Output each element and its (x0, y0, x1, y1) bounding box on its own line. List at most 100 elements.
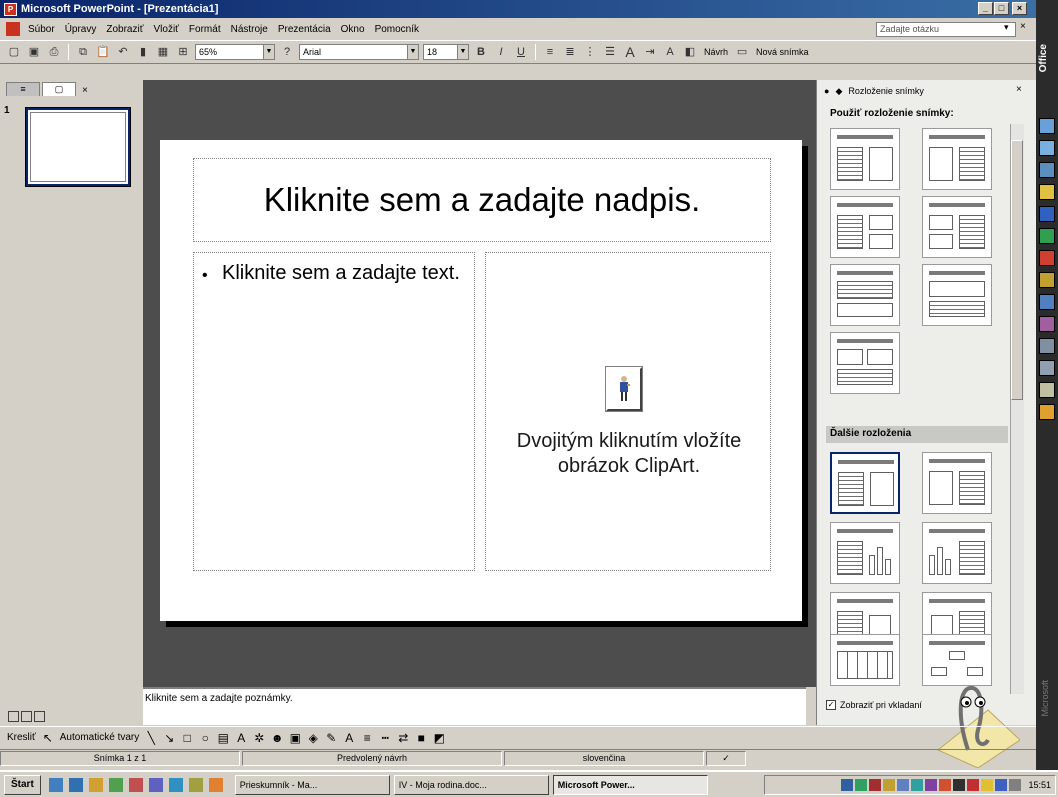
wordart-icon[interactable]: A (234, 731, 248, 745)
title-placeholder[interactable]: Kliknite sem a zadajte nadpis. (193, 158, 771, 242)
menu-file[interactable]: Súbor (28, 24, 55, 35)
font-color-draw-icon[interactable]: A (342, 731, 356, 745)
tray-icon[interactable] (953, 779, 966, 791)
save-icon[interactable]: ▣ (26, 44, 42, 60)
office-app-icon[interactable] (1039, 184, 1055, 200)
close-icon[interactable]: × (1012, 2, 1027, 15)
print-icon[interactable]: ⎙ (46, 44, 62, 60)
slide-canvas[interactable]: Kliknite sem a zadajte nadpis. • Kliknit… (160, 140, 802, 621)
layout-title-and-diagram[interactable] (922, 634, 992, 686)
menu-format[interactable]: Formát (189, 24, 221, 35)
oval-icon[interactable]: ○ (198, 731, 212, 745)
insert-table-icon[interactable]: ▦ (155, 44, 171, 60)
menu-slideshow[interactable]: Prezentácia (278, 24, 331, 35)
font-select[interactable]: Arial ▼ (299, 44, 419, 60)
align-left-icon[interactable]: ≡ (542, 44, 558, 60)
quicklaunch-icon[interactable] (108, 777, 123, 792)
minimize-icon[interactable]: _ (978, 2, 993, 15)
clock[interactable]: 15:51 (1028, 780, 1051, 790)
normal-view-icon[interactable] (8, 711, 19, 722)
new-slide-icon[interactable]: ▭ (734, 44, 750, 60)
tab-slides[interactable]: ▢ (42, 82, 76, 96)
new-slide-button[interactable]: Nová snímka (756, 47, 809, 57)
quicklaunch-icon[interactable] (168, 777, 183, 792)
insert-chart-icon[interactable]: ▮ (135, 44, 151, 60)
task-pane-scroll-thumb[interactable] (1011, 140, 1023, 400)
access-icon[interactable] (1039, 272, 1055, 288)
layout-text-and-clipart[interactable] (830, 128, 900, 190)
office-app-icon[interactable] (1039, 404, 1055, 420)
help-dropdown-icon[interactable]: ▾ (1004, 22, 1009, 33)
office-app-icon[interactable] (1039, 382, 1055, 398)
show-on-insert-option[interactable]: ✓ Zobraziť pri vkladaní (826, 700, 922, 710)
italic-button[interactable]: I (493, 44, 509, 60)
quicklaunch-icon[interactable] (68, 777, 83, 792)
slideshow-view-icon[interactable] (34, 711, 45, 722)
document-close-icon[interactable]: × (1020, 21, 1026, 32)
document-icon[interactable] (6, 22, 20, 36)
layout-text-over-objects[interactable] (830, 264, 900, 326)
line-style-icon[interactable]: ≡ (360, 731, 374, 745)
draw-menu-button[interactable]: Kresliť (7, 732, 36, 743)
task-pane-close-icon[interactable]: × (1016, 84, 1022, 95)
font-color-icon[interactable]: A (662, 44, 678, 60)
office-app-icon[interactable] (1039, 118, 1055, 134)
rectangle-icon[interactable]: □ (180, 731, 194, 745)
shadow-icon[interactable]: ■ (414, 731, 428, 745)
office-app-icon[interactable] (1039, 140, 1055, 156)
word-icon[interactable] (1039, 206, 1055, 222)
tray-icon[interactable] (939, 779, 952, 791)
start-button[interactable]: Štart (4, 774, 41, 795)
layout-clipart-and-text-2[interactable] (922, 452, 992, 514)
quicklaunch-icon[interactable] (208, 777, 223, 792)
layout-text-and-objects[interactable] (830, 196, 900, 258)
powerpoint-app-icon[interactable]: P (4, 2, 17, 16)
menu-window[interactable]: Okno (341, 24, 365, 35)
tray-icon[interactable] (883, 779, 896, 791)
line-icon[interactable]: ╲ (144, 731, 158, 745)
layout-chart-and-text[interactable] (922, 522, 992, 584)
layout-text-and-clipart-selected[interactable] (830, 452, 900, 514)
text-placeholder[interactable]: • Kliknite sem a zadajte text. (193, 252, 475, 571)
taskbar-task-word[interactable]: IV - Moja rodina.doc... (393, 774, 549, 795)
quicklaunch-icon[interactable] (188, 777, 203, 792)
show-on-insert-checkbox[interactable]: ✓ (826, 700, 836, 710)
chevron-down-icon[interactable]: ▼ (263, 45, 274, 59)
excel-icon[interactable] (1039, 228, 1055, 244)
tray-icon[interactable] (1009, 779, 1022, 791)
menu-tools[interactable]: Nástroje (231, 24, 268, 35)
underline-button[interactable]: U (513, 44, 529, 60)
chevron-down-icon[interactable]: ▼ (457, 45, 468, 59)
help-icon[interactable]: ? (279, 44, 295, 60)
dash-style-icon[interactable]: ┅ (378, 731, 392, 745)
tray-icon[interactable] (911, 779, 924, 791)
picture-insert-icon[interactable]: ▣ (288, 731, 302, 745)
autoshapes-button[interactable]: Automatické tvary (60, 732, 139, 743)
arrow-style-icon[interactable]: ⇄ (396, 731, 410, 745)
taskbar-task-explorer[interactable]: Prieskumník - Ma... (234, 774, 390, 795)
undo-icon[interactable]: ↶ (115, 44, 131, 60)
quicklaunch-icon[interactable] (88, 777, 103, 792)
quicklaunch-icon[interactable] (48, 777, 63, 792)
copy-icon[interactable]: ⧉ (75, 44, 91, 60)
notes-scrollbar[interactable] (806, 687, 816, 725)
fill-color-icon[interactable]: ◈ (306, 731, 320, 745)
tray-icon[interactable] (897, 779, 910, 791)
layout-title-and-table[interactable] (830, 634, 900, 686)
maximize-icon[interactable]: □ (994, 2, 1009, 15)
align-center-icon[interactable]: ≣ (562, 44, 578, 60)
tray-icon[interactable] (855, 779, 868, 791)
tray-icon[interactable] (841, 779, 854, 791)
tray-icon[interactable] (995, 779, 1008, 791)
taskbar-task-powerpoint[interactable]: Microsoft Power... (552, 774, 708, 795)
new-icon[interactable]: ▢ (6, 44, 22, 60)
menu-insert[interactable]: Vložiť (153, 24, 178, 35)
tray-icon[interactable] (869, 779, 882, 791)
3d-icon[interactable]: ◩ (432, 731, 446, 745)
office-app-icon[interactable] (1039, 360, 1055, 376)
office-app-icon[interactable] (1039, 316, 1055, 332)
grid-icon[interactable]: ⊞ (175, 44, 191, 60)
clipart-icon[interactable] (605, 366, 643, 412)
arrow-icon[interactable]: ↘ (162, 731, 176, 745)
clipart-placeholder[interactable]: Dvojitým kliknutím vložíte obrázok ClipA… (485, 252, 771, 571)
